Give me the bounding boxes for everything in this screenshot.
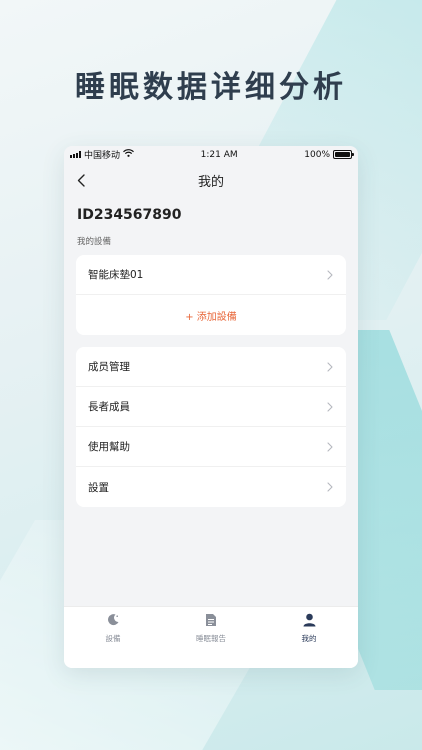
chevron-right-icon — [327, 361, 335, 372]
promo-headline: 睡眠数据详细分析 — [75, 70, 347, 105]
devices-card: 智能床墊01 + 添加設備 — [76, 255, 346, 335]
menu-item-label: 成员管理 — [88, 361, 130, 373]
chevron-right-icon — [327, 482, 335, 492]
user-id: ID234567890 — [77, 207, 182, 223]
chevron-right-icon — [327, 441, 335, 452]
battery-icon — [333, 150, 354, 159]
person-icon — [303, 612, 316, 631]
chevron-left-icon — [77, 173, 85, 187]
menu-item-elder-members[interactable]: 長者成員 — [76, 387, 346, 427]
tab-sleep-report[interactable]: 睡眠報告 — [171, 612, 251, 644]
menu-item-label: 設置 — [88, 481, 109, 494]
signal-icon — [70, 151, 81, 158]
tab-label: 設備 — [105, 634, 121, 643]
status-time: 1:21 AM — [200, 149, 238, 160]
battery-percent: 100% — [304, 149, 330, 160]
chevron-right-icon — [327, 269, 335, 280]
device-item-label: 智能床墊01 — [88, 269, 144, 281]
phone-screen: 中国移动 1:21 AM 100% 我的 ID234567890 我的設備 智能… — [64, 146, 358, 668]
report-icon — [205, 612, 217, 631]
tab-label: 我的 — [301, 634, 317, 643]
page-title: 我的 — [197, 174, 224, 190]
menu-card: 成员管理 長者成員 使用幫助 設置 — [76, 347, 346, 507]
carrier-name: 中国移动 — [84, 151, 121, 161]
moon-icon — [106, 612, 120, 631]
chevron-right-icon — [327, 401, 335, 412]
menu-item-label: 長者成員 — [88, 401, 130, 413]
wifi-icon — [123, 149, 134, 160]
menu-item-label: 使用幫助 — [88, 441, 130, 453]
status-bar: 中国移动 1:21 AM 100% — [64, 146, 358, 163]
tab-devices[interactable]: 設備 — [73, 612, 153, 644]
menu-item-help[interactable]: 使用幫助 — [76, 427, 346, 467]
back-button[interactable] — [72, 171, 90, 189]
device-item[interactable]: 智能床墊01 — [76, 255, 346, 295]
tab-bar: 設備 睡眠報告 我的 — [64, 606, 358, 668]
menu-item-member-management[interactable]: 成员管理 — [76, 347, 346, 387]
tab-label: 睡眠報告 — [196, 634, 226, 643]
devices-section-label: 我的設備 — [77, 237, 112, 247]
nav-bar: 我的 — [64, 163, 358, 197]
tab-mine[interactable]: 我的 — [269, 612, 349, 644]
add-device-button[interactable]: + 添加設備 — [76, 295, 346, 335]
menu-item-settings[interactable]: 設置 — [76, 467, 346, 507]
